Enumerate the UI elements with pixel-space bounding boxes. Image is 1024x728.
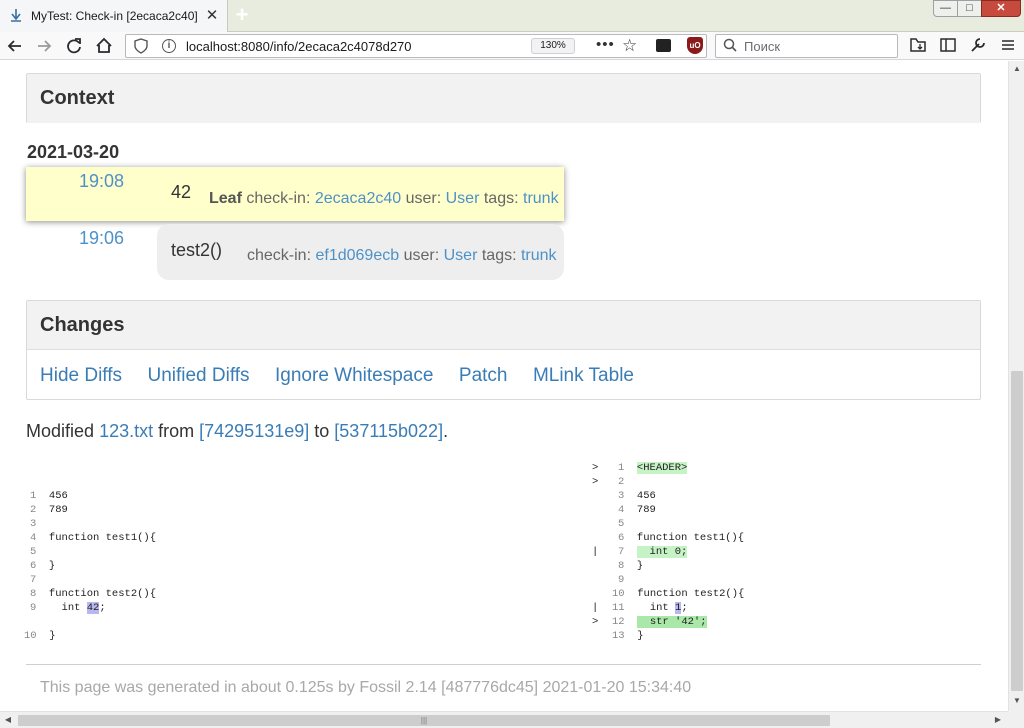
side-by-side-diff: 1 456 2 789 3 4 function test1(){ 5 6 } …	[0, 61, 1008, 661]
horizontal-scroll-thumb[interactable]: |||	[18, 715, 830, 726]
diff-left-line: 8 function test2(){	[30, 588, 157, 600]
browser-tab[interactable]: MyTest: Check-in [2ecaca2c40] ✕	[0, 0, 228, 33]
arrow-right-icon	[38, 40, 52, 52]
diff-right-line-added: 1 <HEADER>	[618, 462, 688, 474]
reload-icon	[67, 38, 81, 54]
page-footer: This page was generated in about 0.125s …	[40, 679, 692, 696]
search-icon	[723, 37, 737, 57]
diff-right-line: 3 456	[618, 490, 656, 502]
window-minimize-button[interactable]: —	[933, 0, 958, 17]
address-bar[interactable]: i localhost:8080/info/2ecaca2c4078d270 1…	[125, 34, 707, 58]
new-tab-button[interactable]: +	[231, 3, 253, 27]
footer-divider	[26, 664, 981, 665]
diff-right-line: 10 function test2(){	[612, 588, 745, 600]
diff-left-line: 6 }	[30, 560, 56, 572]
diff-left-line: 3	[30, 518, 37, 530]
reload-button[interactable]	[63, 35, 85, 57]
vertical-scrollbar[interactable]: ▲ ▼	[1008, 61, 1024, 711]
hamburger-menu-icon[interactable]	[998, 36, 1018, 56]
search-input[interactable]	[744, 38, 894, 54]
navigation-toolbar: i localhost:8080/info/2ecaca2c4078d270 1…	[0, 32, 1024, 60]
diff-left-line: 7	[30, 574, 37, 586]
forward-button[interactable]	[33, 35, 55, 57]
diff-left-line-changed: 9 int 42;	[30, 602, 106, 614]
site-info-icon[interactable]: i	[162, 39, 176, 53]
fossil-favicon-icon	[11, 9, 21, 22]
scroll-down-arrow-icon[interactable]: ▼	[1009, 693, 1024, 709]
home-icon	[96, 37, 112, 53]
tab-close-icon[interactable]: ✕	[203, 7, 221, 25]
diff-right-line: 4 789	[618, 504, 656, 516]
scrollbar-corner	[1008, 711, 1024, 728]
tab-title: MyTest: Check-in [2ecaca2c40]	[31, 9, 198, 23]
diff-marker: >	[592, 462, 599, 474]
home-button[interactable]	[93, 35, 115, 57]
diff-right-line: 13 }	[612, 630, 644, 642]
scroll-up-arrow-icon[interactable]: ▲	[1009, 61, 1024, 77]
diff-marker: |	[592, 546, 599, 558]
window-close-button[interactable]: ✕	[981, 0, 1021, 17]
ublock-shield-icon[interactable]: uO	[687, 37, 703, 54]
diff-right-line-changed: 7 int 0;	[618, 546, 688, 558]
library-icon[interactable]	[908, 36, 928, 56]
horizontal-scrollbar[interactable]: ◀ ||| ▶	[0, 711, 1008, 728]
diff-marker: >	[592, 476, 599, 488]
vertical-scroll-thumb[interactable]	[1011, 371, 1023, 691]
diff-right-line: 8 }	[618, 560, 644, 572]
diff-left-line: 5	[30, 546, 37, 558]
diff-right-line: 2	[618, 476, 625, 488]
diff-left-line: 2 789	[30, 504, 68, 516]
diff-marker: |	[592, 602, 599, 614]
diff-right-line: 5	[618, 518, 625, 530]
diff-right-line: 9	[618, 574, 625, 586]
wrench-icon[interactable]	[968, 36, 988, 56]
search-bar[interactable]	[715, 34, 898, 58]
diff-left-line: 4 function test1(){	[30, 532, 157, 544]
tab-strip: MyTest: Check-in [2ecaca2c40] ✕ + — □ ✕	[0, 0, 1024, 33]
diff-marker: >	[592, 616, 599, 628]
diff-left-line: 1 456	[30, 490, 68, 502]
extension-icon[interactable]	[656, 39, 671, 52]
url-text[interactable]: localhost:8080/info/2ecaca2c4078d270	[186, 39, 412, 54]
scroll-left-arrow-icon[interactable]: ◀	[0, 712, 16, 728]
diff-right-line-added: 12 str '42';	[612, 616, 707, 628]
diff-right-line: 6 function test1(){	[618, 532, 745, 544]
arrow-left-icon	[7, 40, 21, 52]
diff-left-line: 10 }	[24, 630, 56, 642]
zoom-level-button[interactable]: 130%	[531, 38, 575, 54]
window-maximize-button[interactable]: □	[957, 0, 982, 17]
bookmark-star-icon[interactable]: ☆	[622, 36, 637, 56]
page-actions-icon[interactable]: •••	[596, 36, 615, 53]
diff-right-line-changed: 11 int 1;	[612, 602, 688, 614]
tracking-shield-icon[interactable]	[134, 38, 148, 57]
back-button[interactable]	[4, 35, 26, 57]
sidebar-icon[interactable]	[938, 36, 958, 56]
scroll-right-arrow-icon[interactable]: ▶	[990, 712, 1006, 728]
page-viewport: Context 2021-03-20 19:08 42 Leaf check-i…	[0, 61, 1008, 711]
